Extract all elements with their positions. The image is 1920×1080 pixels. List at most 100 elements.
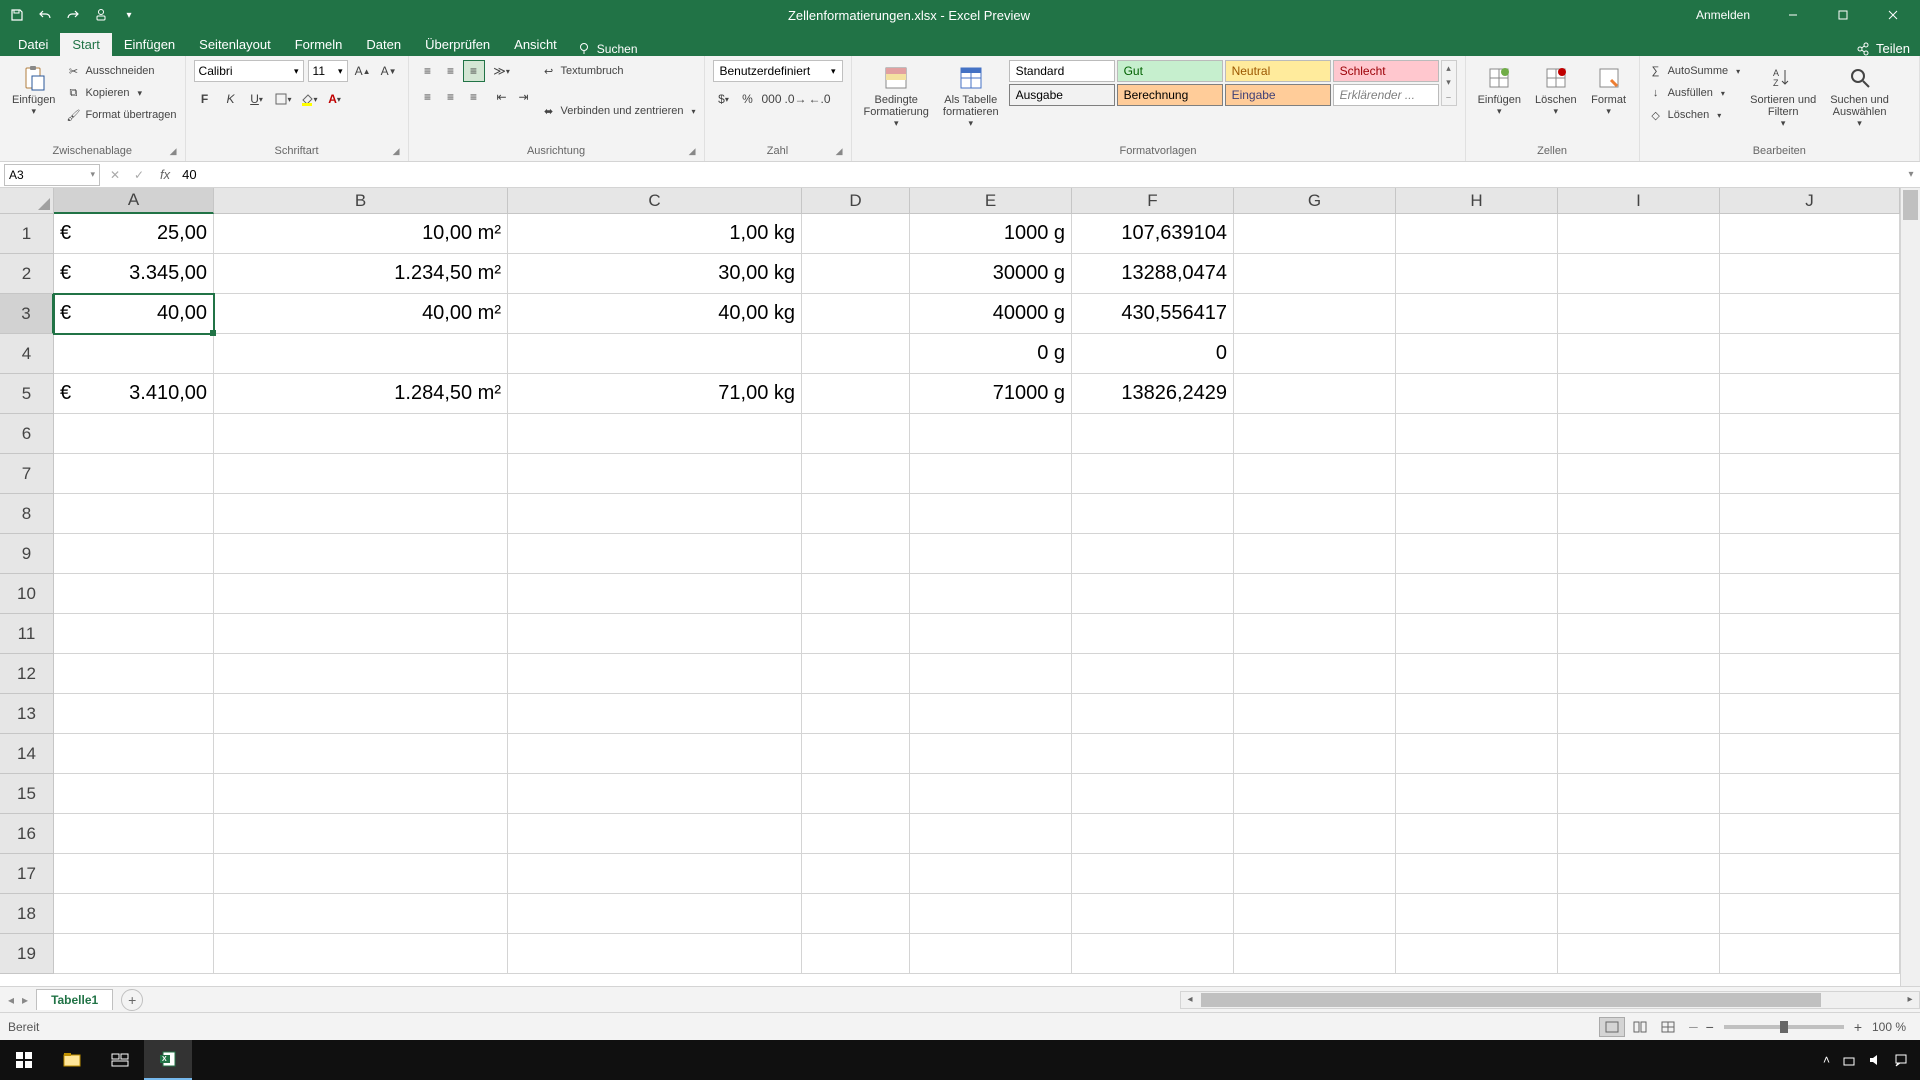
scroll-left-icon[interactable]: ◂ (1181, 994, 1199, 1005)
cell[interactable]: 107,639104 (1072, 214, 1234, 254)
cell[interactable] (508, 934, 802, 974)
cell[interactable] (508, 854, 802, 894)
cell[interactable] (1720, 814, 1900, 854)
cell[interactable] (214, 574, 508, 614)
zoom-slider[interactable] (1724, 1025, 1844, 1029)
cell[interactable] (1558, 854, 1720, 894)
cell[interactable] (214, 494, 508, 534)
cell[interactable] (508, 534, 802, 574)
row-header[interactable]: 5 (0, 374, 54, 414)
cell[interactable] (214, 934, 508, 974)
worksheet-grid[interactable]: ABCDEFGHIJ1€25,0010,00 m²1,00 kg1000 g10… (0, 188, 1920, 986)
cell[interactable]: €25,00 (54, 214, 214, 254)
cell[interactable] (1234, 294, 1396, 334)
dialog-launcher-icon[interactable]: ◢ (836, 146, 843, 157)
border-button[interactable]: ▾ (272, 88, 294, 110)
cell[interactable] (802, 694, 910, 734)
fill-color-button[interactable]: ▾ (298, 88, 320, 110)
cell[interactable] (1720, 374, 1900, 414)
cell[interactable] (54, 574, 214, 614)
cell[interactable] (1558, 894, 1720, 934)
column-header[interactable]: H (1396, 188, 1558, 214)
copy-button[interactable]: ⧉Kopieren▾ (65, 82, 176, 104)
style-ausgabe[interactable]: Ausgabe (1009, 84, 1115, 106)
style-standard[interactable]: Standard (1009, 60, 1115, 82)
cell[interactable] (54, 654, 214, 694)
align-bottom-button[interactable]: ≡ (463, 60, 485, 82)
cell[interactable] (508, 814, 802, 854)
cell[interactable]: 30000 g (910, 254, 1072, 294)
cell[interactable] (1234, 534, 1396, 574)
bold-button[interactable]: F (194, 88, 216, 110)
cell[interactable]: €3.345,00 (54, 254, 214, 294)
cell[interactable] (54, 334, 214, 374)
cell[interactable] (508, 494, 802, 534)
row-header[interactable]: 19 (0, 934, 54, 974)
share-button[interactable]: Teilen (1856, 41, 1910, 56)
cell[interactable] (1396, 334, 1558, 374)
page-layout-view-button[interactable] (1627, 1017, 1653, 1037)
increase-decimal-button[interactable]: .0→ (785, 88, 807, 110)
cell[interactable] (1072, 774, 1234, 814)
tray-network-icon[interactable] (1842, 1053, 1856, 1067)
dialog-launcher-icon[interactable]: ◢ (170, 146, 177, 157)
close-button[interactable] (1870, 0, 1916, 30)
cell[interactable]: 1.284,50 m² (214, 374, 508, 414)
cell[interactable] (1720, 534, 1900, 574)
orientation-button[interactable]: ≫▾ (491, 60, 513, 82)
scrollbar-thumb[interactable] (1201, 993, 1821, 1007)
cell[interactable] (1234, 894, 1396, 934)
cell[interactable] (802, 894, 910, 934)
cancel-formula-button[interactable]: ✕ (104, 164, 126, 186)
cell[interactable] (1234, 934, 1396, 974)
cell[interactable] (910, 414, 1072, 454)
cell[interactable] (1720, 854, 1900, 894)
cell[interactable] (508, 654, 802, 694)
cell[interactable] (1558, 254, 1720, 294)
sheet-nav-prev-icon[interactable]: ◂ (8, 993, 14, 1007)
cell[interactable] (910, 454, 1072, 494)
cell[interactable] (54, 894, 214, 934)
conditional-formatting-button[interactable]: Bedingte Formatierung▾ (860, 60, 933, 131)
cell[interactable] (214, 454, 508, 494)
tab-start[interactable]: Start (60, 33, 111, 56)
cell[interactable] (802, 254, 910, 294)
cell[interactable] (802, 454, 910, 494)
cell[interactable] (1072, 534, 1234, 574)
cell[interactable] (1234, 614, 1396, 654)
align-center-button[interactable]: ≡ (440, 86, 462, 108)
italic-button[interactable]: K (220, 88, 242, 110)
cell[interactable] (1720, 934, 1900, 974)
maximize-button[interactable] (1820, 0, 1866, 30)
fx-icon[interactable]: fx (154, 167, 176, 182)
cut-button[interactable]: ✂Ausschneiden (65, 60, 176, 82)
cell[interactable] (54, 494, 214, 534)
cell[interactable] (910, 534, 1072, 574)
row-header[interactable]: 12 (0, 654, 54, 694)
cell[interactable] (802, 374, 910, 414)
font-name-select[interactable]: Calibri▾ (194, 60, 304, 82)
row-header[interactable]: 4 (0, 334, 54, 374)
file-explorer-taskbar-icon[interactable] (48, 1040, 96, 1080)
cell[interactable] (1396, 894, 1558, 934)
grow-font-button[interactable]: A▲ (352, 60, 374, 82)
cell[interactable] (1720, 334, 1900, 374)
column-header[interactable]: I (1558, 188, 1720, 214)
cell[interactable] (508, 334, 802, 374)
cell[interactable] (1072, 854, 1234, 894)
scrollbar-thumb[interactable] (1903, 190, 1918, 220)
cell[interactable] (802, 214, 910, 254)
cell[interactable] (1558, 294, 1720, 334)
zoom-in-button[interactable]: + (1854, 1019, 1862, 1035)
cell[interactable] (1558, 614, 1720, 654)
cell[interactable] (1720, 614, 1900, 654)
cell[interactable] (214, 414, 508, 454)
cell[interactable] (214, 814, 508, 854)
tab-pagelayout[interactable]: Seitenlayout (187, 33, 283, 56)
formula-bar-expand-button[interactable]: ▾ (1902, 169, 1920, 180)
style-berechnung[interactable]: Berechnung (1117, 84, 1223, 106)
cell[interactable] (508, 414, 802, 454)
scroll-right-icon[interactable]: ▸ (1901, 994, 1919, 1005)
cell[interactable] (1558, 374, 1720, 414)
cell[interactable] (1234, 814, 1396, 854)
